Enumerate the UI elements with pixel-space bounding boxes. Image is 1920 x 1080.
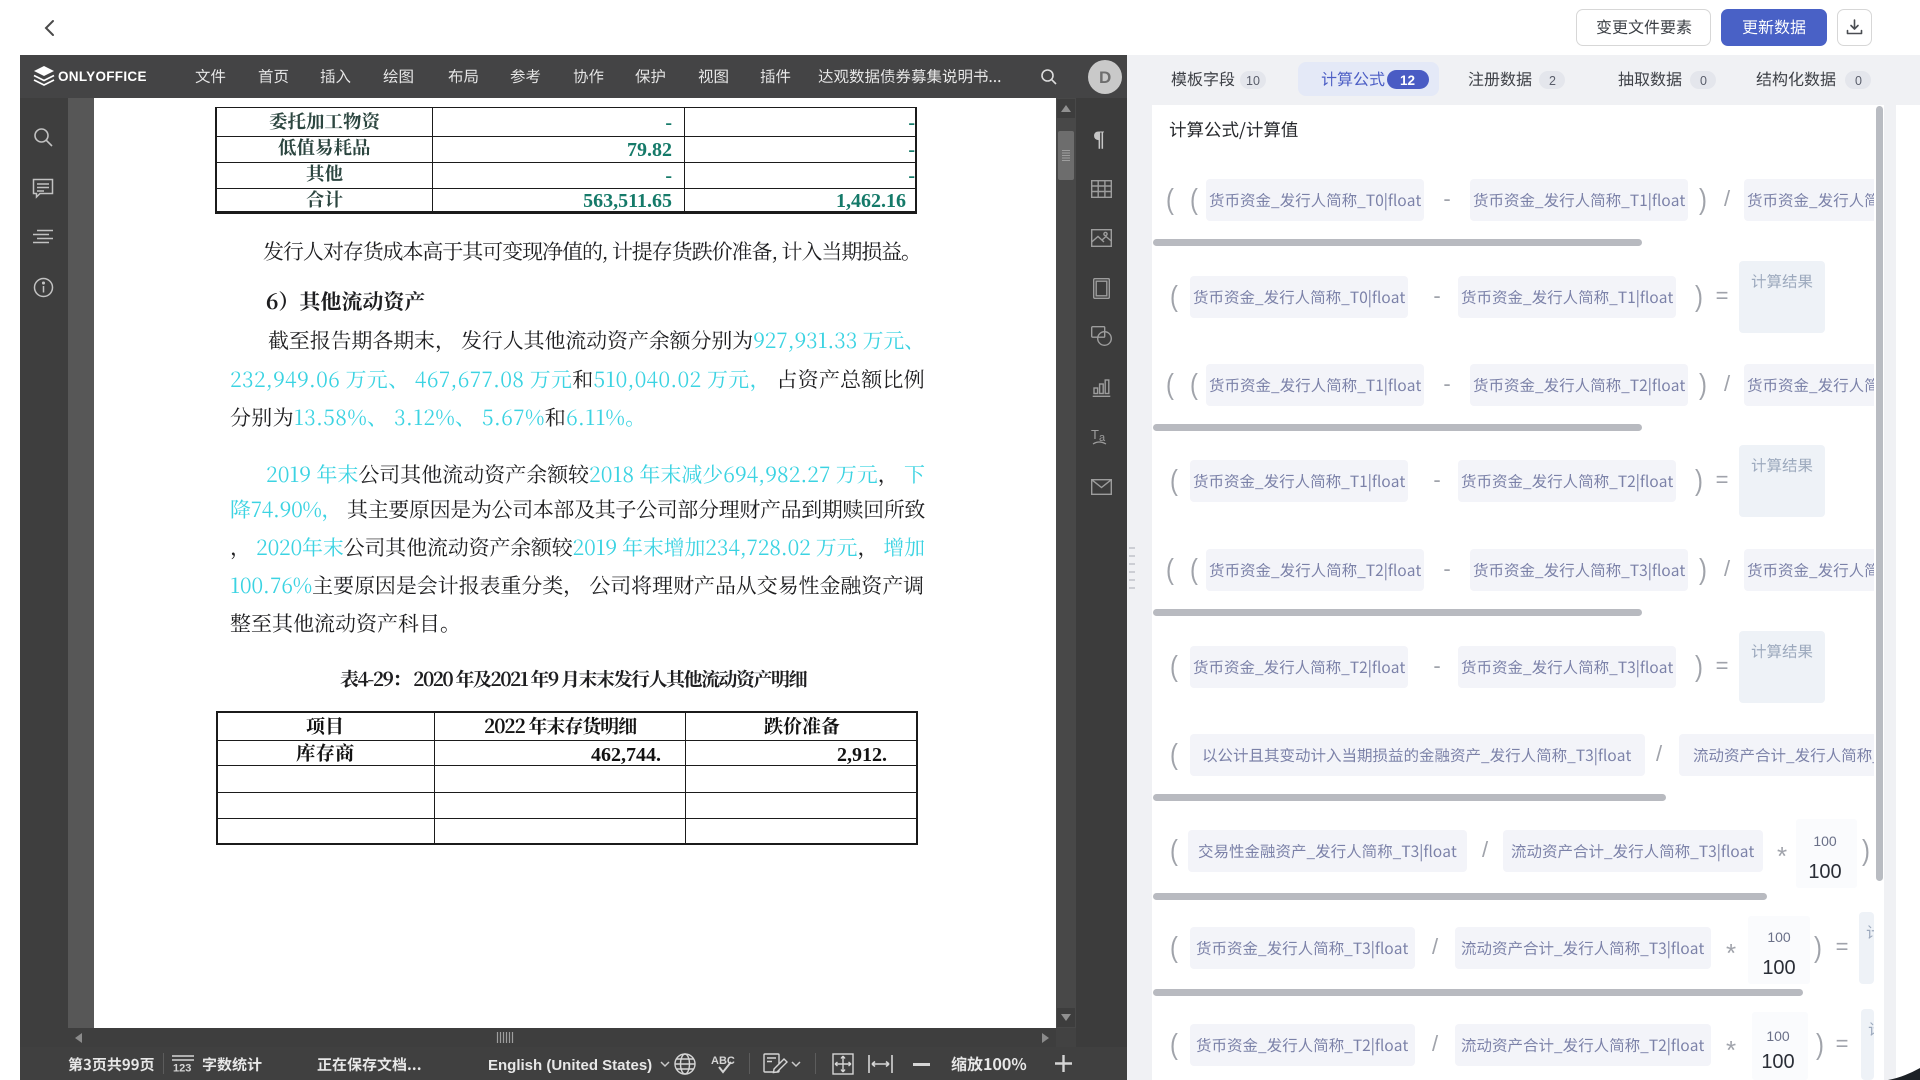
svg-text:T: T <box>1091 427 1099 442</box>
svg-text:ABC: ABC <box>711 1055 735 1067</box>
svg-text:123: 123 <box>173 1063 191 1075</box>
